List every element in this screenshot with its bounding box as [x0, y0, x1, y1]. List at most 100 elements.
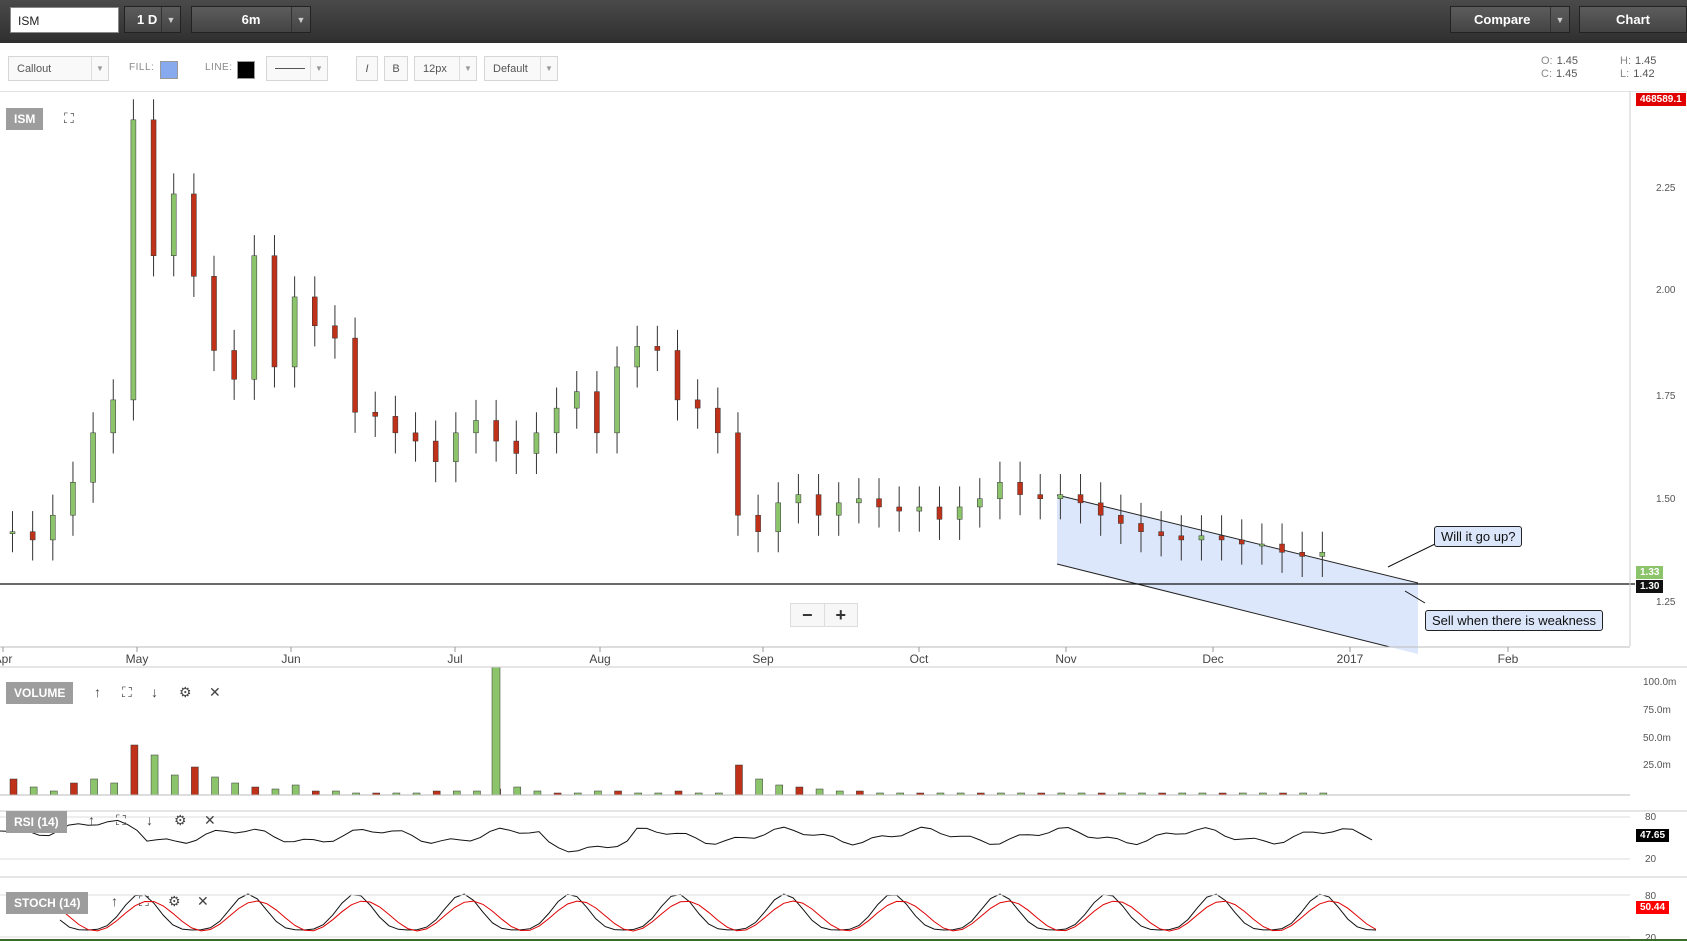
x-tick-label: Jun	[281, 652, 300, 666]
callout-will-it-go-up[interactable]: Will it go up?	[1434, 526, 1523, 547]
zoom-in-button[interactable]: +	[825, 604, 858, 626]
move-up-icon[interactable]: ↑	[111, 894, 118, 908]
candle-body	[412, 432, 419, 442]
x-tick-label: May	[126, 652, 149, 666]
line-color-swatch[interactable]	[237, 61, 255, 79]
trend-channel[interactable]	[1057, 495, 1418, 654]
y-tick-label: 1.50	[1656, 494, 1676, 505]
font-family-select[interactable]: Default ▼	[484, 56, 558, 81]
candle-body	[1178, 535, 1185, 541]
candle-body	[977, 498, 983, 508]
volume-bar	[735, 764, 743, 796]
ohlc-high: H: 1.45	[1620, 55, 1657, 67]
volume-bar	[271, 788, 280, 796]
callout-sell-weakness[interactable]: Sell when there is weakness	[1425, 610, 1604, 631]
move-up-icon[interactable]: ↑	[88, 813, 95, 827]
annotation-type-select[interactable]: Callout ▼	[8, 56, 109, 81]
chevron-down-icon: ▼	[1550, 7, 1569, 32]
candle-body	[473, 420, 479, 434]
candle-body	[694, 399, 701, 409]
ohlc-close: C: 1.45	[1541, 68, 1578, 80]
candle-body	[170, 193, 177, 256]
candle-body	[856, 498, 862, 504]
chevron-down-icon: ▼	[459, 57, 476, 80]
candle-body	[29, 531, 36, 541]
candle-body	[513, 440, 520, 454]
interval-select[interactable]: 1 D ▼	[124, 6, 181, 33]
candle-body	[674, 350, 681, 401]
x-tick-label: Dec	[1202, 652, 1223, 666]
line-style-preview	[275, 68, 305, 69]
callout-up-pointer	[1387, 543, 1436, 568]
candle-body	[614, 366, 620, 434]
font-size-select[interactable]: 12px ▼	[414, 56, 477, 81]
volume-bar	[191, 766, 199, 796]
candle-body	[1198, 535, 1205, 541]
rsi-value-tag: 47.65	[1636, 829, 1670, 842]
gear-icon[interactable]: ⚙	[174, 813, 187, 827]
candle-body	[251, 255, 258, 380]
stoch-value-tag: 50.44	[1636, 901, 1670, 914]
volume-bar	[533, 790, 542, 796]
chevron-down-icon: ▼	[310, 57, 327, 80]
candle-body	[715, 407, 721, 434]
candle-body	[533, 432, 540, 454]
candle-body	[835, 502, 842, 516]
volume-bar	[594, 790, 602, 796]
x-tick-label: Apr	[0, 652, 12, 666]
candle-body	[654, 346, 661, 351]
top-bar: ISM 1 D ▼ 6m ▼ Compare ▼ Chart	[0, 0, 1687, 43]
gear-icon[interactable]: ⚙	[179, 685, 192, 699]
volume-bar	[231, 782, 239, 796]
expand-icon[interactable]: ⛶	[64, 111, 74, 125]
volume-bar	[755, 778, 763, 796]
move-down-icon[interactable]: ↓	[146, 813, 153, 827]
candle-body	[70, 482, 76, 516]
symbol-input[interactable]: ISM	[10, 7, 119, 33]
fill-color-swatch[interactable]	[160, 61, 178, 79]
price-chart[interactable]: 2.25 2.00 1.75 1.50 1.25 Apr May Jun Jul Aug Sep Oc…	[0, 91, 1687, 941]
stoch-k-line	[59, 893, 1377, 931]
zoom-out-button[interactable]: −	[791, 604, 825, 626]
candle-body	[1118, 514, 1124, 524]
volume-bar	[130, 744, 139, 796]
compare-button[interactable]: Compare ▼	[1450, 6, 1570, 33]
candle-body	[352, 337, 358, 413]
move-up-icon[interactable]: ↑	[94, 685, 101, 699]
close-icon[interactable]: ✕	[197, 894, 209, 908]
volume-bars	[9, 666, 1328, 796]
volume-bar	[513, 786, 522, 796]
close-icon[interactable]: ✕	[209, 685, 221, 699]
x-tick-label: Jul	[447, 652, 462, 666]
volume-bar	[453, 790, 461, 796]
volume-bar	[674, 790, 683, 796]
volume-bar	[251, 786, 260, 796]
candle-body	[9, 531, 16, 534]
range-select[interactable]: 6m ▼	[191, 6, 311, 33]
bold-button[interactable]: B	[384, 56, 408, 81]
candle-body	[150, 119, 157, 256]
expand-icon[interactable]: ⛶	[116, 813, 126, 827]
line-style-select[interactable]: ▼	[266, 56, 328, 81]
close-icon[interactable]: ✕	[204, 813, 216, 827]
chart-button[interactable]: Chart	[1579, 6, 1687, 33]
move-down-icon[interactable]: ↓	[151, 685, 158, 699]
candle-body	[130, 119, 137, 401]
italic-button[interactable]: I	[356, 56, 378, 81]
chevron-down-icon: ▼	[161, 7, 180, 32]
candle-body	[634, 346, 640, 368]
candle-body	[90, 432, 96, 483]
font-family-label: Default	[493, 62, 528, 75]
expand-icon[interactable]: ⛶	[122, 685, 132, 699]
candle-body	[795, 494, 802, 504]
candle-body	[775, 502, 782, 532]
volume-bar	[211, 776, 219, 796]
candle-body	[936, 506, 943, 520]
gear-icon[interactable]: ⚙	[168, 894, 181, 908]
y-tick-label: 2.25	[1656, 183, 1676, 194]
expand-icon[interactable]: ⛶	[139, 894, 149, 908]
candle-body	[191, 193, 197, 277]
volume-bar	[70, 782, 78, 796]
candle-body	[896, 506, 902, 512]
volume-bar	[775, 784, 784, 796]
